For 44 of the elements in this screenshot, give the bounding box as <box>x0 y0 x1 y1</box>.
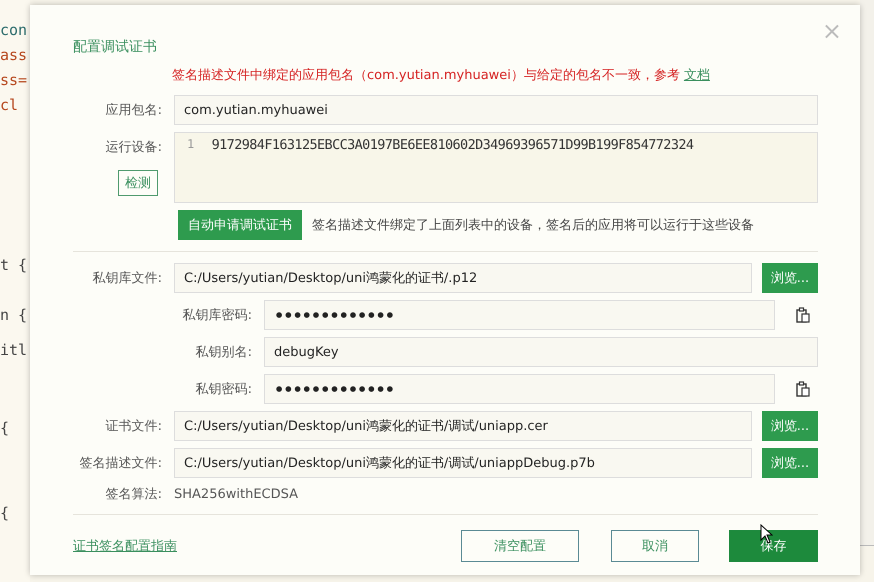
dialog-button[interactable]: 取消 <box>611 530 699 562</box>
field-label: 私钥库文件: <box>92 270 162 287</box>
code-line: ss= <box>0 70 28 91</box>
field-label: 运行设备: <box>104 139 162 156</box>
code-line: { <box>0 503 10 524</box>
code-line: itl <box>0 340 28 361</box>
dialog-button[interactable]: 清空配置 <box>461 530 579 562</box>
file-path-field[interactable]: C:/Users/yutian/Desktop/uni鸿蒙化的证书/调试/uniapp.cer <box>174 411 752 441</box>
clipboard-icon[interactable] <box>796 381 810 397</box>
field-label: 签名描述文件: <box>78 455 162 472</box>
field-label: 应用包名: <box>104 102 162 119</box>
device-list-editor[interactable]: 1 9172984F163125EBCC3A0197BE6EE810602D34969396571D99B199F854772324 <box>174 132 818 203</box>
field-label: 签名算法: <box>104 486 162 503</box>
field-label: 私钥密码: <box>194 381 252 398</box>
file-path-field[interactable]: C:/Users/yutian/Desktop/uni鸿蒙化的证书/.p12 <box>174 263 752 293</box>
line-number: 1 <box>187 137 194 153</box>
field-value: SHA256withECDSA <box>174 486 298 502</box>
doc-link[interactable]: 文档 <box>684 68 710 83</box>
clipboard-icon[interactable] <box>796 307 810 323</box>
device-id: 9172984F163125EBCC3A0197BE6EE810602D34969396571D99B199F854772324 <box>212 137 694 155</box>
browse-button[interactable]: 浏览... <box>762 263 818 293</box>
dialog-title: 配置调试证书 <box>73 38 157 57</box>
browse-button[interactable]: 浏览... <box>762 448 818 478</box>
auto-apply-button[interactable]: 自动申请调试证书 <box>178 210 302 240</box>
browse-button[interactable]: 浏览... <box>762 411 818 441</box>
save-button[interactable]: 保存 <box>729 530 818 562</box>
code-line: cl <box>0 95 18 116</box>
field-label: 私钥别名: <box>194 344 252 361</box>
password-field[interactable]: ••••••••••••• <box>264 374 775 404</box>
code-line: { <box>0 418 10 439</box>
hint-text: 签名描述文件绑定了上面列表中的设备，签名后的应用将可以运行于这些设备 <box>312 217 754 234</box>
guide-link[interactable]: 证书签名配置指南 <box>73 537 177 555</box>
text-field[interactable]: com.yutian.myhuawei <box>174 95 818 125</box>
code-line: n { <box>0 305 28 326</box>
code-line: ass <box>0 45 28 66</box>
detect-button[interactable]: 检测 <box>118 170 158 196</box>
field-label: 证书文件: <box>104 418 162 435</box>
password-field[interactable]: ••••••••••••• <box>264 300 775 330</box>
file-path-field[interactable]: C:/Users/yutian/Desktop/uni鸿蒙化的证书/调试/uniappDebug.p7b <box>174 448 752 478</box>
field-label: 私钥库密码: <box>182 307 252 324</box>
code-line: t { <box>0 255 28 276</box>
code-line: con <box>0 20 28 41</box>
warning-text: 签名描述文件中绑定的应用包名（com.yutian.myhuawei）与给定的包名不一致，参考 文档 <box>172 67 710 82</box>
text-field[interactable]: debugKey <box>264 337 818 367</box>
